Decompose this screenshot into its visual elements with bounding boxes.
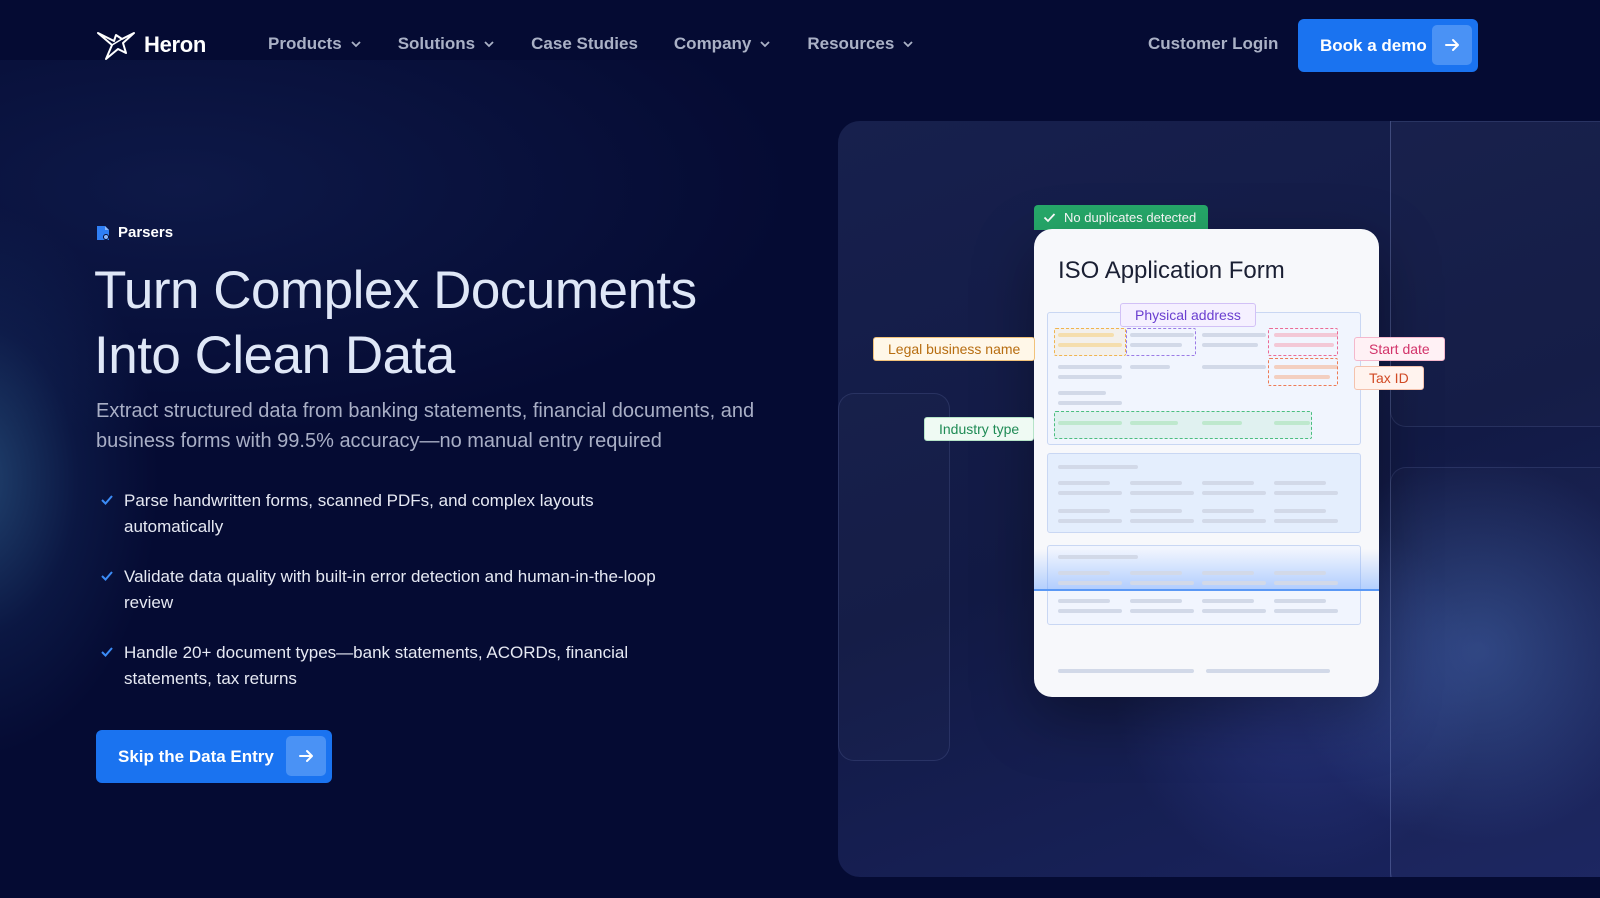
book-demo-label: Book a demo	[1320, 35, 1427, 55]
document-preview: ISO Application Form	[1034, 229, 1379, 697]
book-demo-button[interactable]: Book a demo	[1298, 19, 1478, 72]
page-title: Turn Complex Documents Into Clean Data	[94, 258, 814, 388]
check-icon	[1043, 213, 1056, 223]
nav-resources[interactable]: Resources	[807, 34, 914, 54]
cta-label: Skip the Data Entry	[118, 746, 274, 766]
tag-start-date: Start date	[1354, 337, 1445, 361]
feature-text: Validate data quality with built-in erro…	[124, 567, 656, 612]
top-navigation: Heron Products Solutions Case Studies Co…	[0, 0, 1600, 92]
tag-industry-type: Industry type	[924, 417, 1035, 441]
nav-solutions-label: Solutions	[397, 34, 476, 53]
nav-company-label: Company	[673, 34, 752, 53]
check-icon	[101, 495, 113, 505]
feature-item: Parse handwritten forms, scanned PDFs, a…	[100, 488, 690, 540]
nav-company[interactable]: Company	[674, 34, 771, 54]
logo[interactable]: Heron	[96, 27, 206, 63]
tag-tax-id: Tax ID	[1354, 366, 1424, 390]
chevron-down-icon	[903, 41, 913, 48]
document-title: ISO Application Form	[1058, 257, 1285, 284]
no-duplicates-badge: No duplicates detected	[1034, 205, 1209, 230]
skip-data-entry-button[interactable]: Skip the Data Entry	[96, 730, 332, 783]
nav-case-studies[interactable]: Case Studies	[531, 34, 638, 54]
feature-item: Handle 20+ document types—bank statement…	[100, 640, 690, 692]
badge-label: No duplicates detected	[1064, 210, 1197, 225]
headline-line-1: Turn Complex Documents	[94, 261, 697, 320]
document-icon	[97, 225, 109, 240]
tag-physical-address: Physical address	[1120, 303, 1256, 327]
headline-line-2: Into Clean Data	[94, 326, 455, 385]
nav-resources-label: Resources	[807, 34, 895, 53]
customer-login-link[interactable]: Customer Login	[1148, 34, 1278, 54]
decorative-card	[838, 393, 950, 761]
chevron-down-icon	[351, 41, 361, 48]
eyebrow-label: Parsers	[118, 224, 174, 241]
feature-item: Validate data quality with built-in erro…	[100, 564, 690, 616]
check-icon	[101, 647, 113, 657]
chevron-down-icon	[760, 41, 771, 48]
hero-subtext: Extract structured data from banking sta…	[96, 400, 755, 452]
brand-name: Heron	[144, 32, 207, 57]
feature-list: Parse handwritten forms, scanned PDFs, a…	[100, 488, 690, 716]
heron-logo-icon	[97, 32, 135, 60]
nav-products-label: Products	[268, 34, 342, 53]
eyebrow: Parsers	[96, 224, 173, 241]
nav-products[interactable]: Products	[268, 34, 362, 54]
decorative-card	[1390, 467, 1600, 877]
arrow-right-icon	[286, 736, 326, 776]
nav-links: Products Solutions Case Studies Company …	[268, 34, 914, 54]
feature-text: Handle 20+ document types—bank statement…	[124, 643, 629, 688]
nav-case-studies-label: Case Studies	[531, 34, 638, 53]
nav-solutions[interactable]: Solutions	[398, 34, 495, 54]
chevron-down-icon	[484, 41, 494, 48]
tag-legal-business-name: Legal business name	[873, 337, 1036, 361]
check-icon	[101, 571, 113, 581]
arrow-right-icon	[1432, 25, 1472, 65]
feature-text: Parse handwritten forms, scanned PDFs, a…	[124, 491, 594, 536]
